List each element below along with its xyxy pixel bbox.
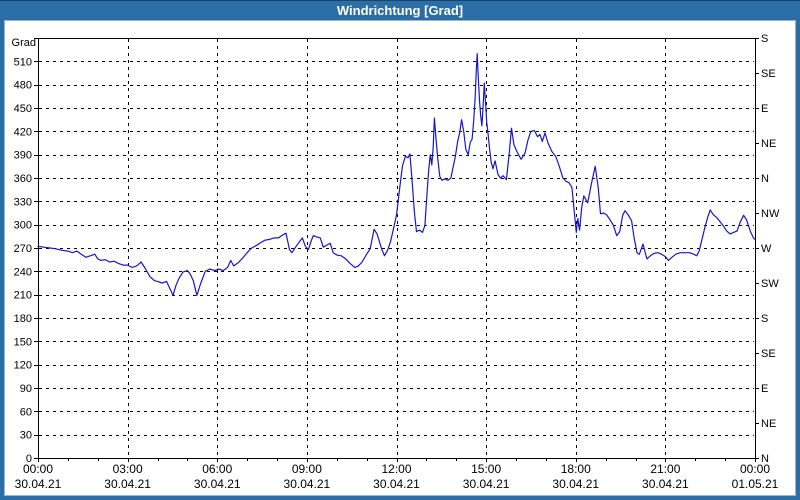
svg-text:300: 300	[14, 220, 32, 232]
svg-text:30.04.21: 30.04.21	[284, 477, 331, 491]
svg-text:21:00: 21:00	[650, 462, 680, 476]
svg-text:S: S	[761, 33, 768, 45]
svg-text:00:00: 00:00	[23, 462, 53, 476]
svg-text:NW: NW	[761, 208, 780, 220]
svg-text:30.04.21: 30.04.21	[642, 477, 689, 491]
svg-text:S: S	[761, 313, 768, 325]
svg-text:150: 150	[14, 336, 32, 348]
y-axis-labels: 0306090120150180210240270300330360390420…	[14, 56, 32, 465]
svg-text:E: E	[761, 383, 768, 395]
svg-text:420: 420	[14, 126, 32, 138]
svg-text:00:00: 00:00	[740, 462, 770, 476]
axes	[34, 38, 759, 462]
svg-text:W: W	[761, 243, 772, 255]
svg-text:360: 360	[14, 173, 32, 185]
svg-text:09:00: 09:00	[292, 462, 322, 476]
svg-text:15:00: 15:00	[471, 462, 501, 476]
svg-text:SW: SW	[761, 278, 779, 290]
x-axis-labels: 00:0030.04.2103:0030.04.2106:0030.04.210…	[15, 462, 779, 491]
svg-text:30.04.21: 30.04.21	[552, 477, 599, 491]
svg-text:NE: NE	[761, 418, 776, 430]
y-axis-title: Grad	[12, 37, 36, 49]
svg-text:390: 390	[14, 150, 32, 162]
svg-text:30: 30	[20, 430, 32, 442]
svg-text:30.04.21: 30.04.21	[104, 477, 151, 491]
svg-text:12:00: 12:00	[381, 462, 411, 476]
svg-text:30.04.21: 30.04.21	[194, 477, 241, 491]
svg-text:60: 60	[20, 406, 32, 418]
wind-direction-line	[37, 52, 756, 296]
svg-text:N: N	[761, 173, 769, 185]
compass-labels: NNEESESSWWNWNNEESES	[761, 33, 780, 465]
svg-text:180: 180	[14, 313, 32, 325]
svg-text:SE: SE	[761, 348, 776, 360]
svg-text:18:00: 18:00	[561, 462, 591, 476]
svg-text:330: 330	[14, 196, 32, 208]
wind-direction-chart: 0306090120150180210240270300330360390420…	[12, 33, 780, 491]
svg-text:01.05.21: 01.05.21	[732, 477, 779, 491]
window-title: Windrichtung [Grad]	[336, 3, 464, 18]
svg-text:210: 210	[14, 290, 32, 302]
svg-text:30.04.21: 30.04.21	[15, 477, 62, 491]
gridlines	[39, 39, 754, 457]
svg-text:270: 270	[14, 243, 32, 255]
chart-panel: 0 30 60 90 120 150 180 210 240 270 300 330 360 390 420…	[4, 20, 796, 496]
svg-text:30.04.21: 30.04.21	[373, 477, 420, 491]
svg-text:NE: NE	[761, 138, 776, 150]
svg-text:SE: SE	[761, 68, 776, 80]
svg-text:510: 510	[14, 56, 32, 68]
svg-text:120: 120	[14, 360, 32, 372]
window-title-bar: Windrichtung [Grad]	[0, 0, 800, 21]
svg-text:E: E	[761, 103, 768, 115]
application-window: { "window": { "title": "Windrichtung [Gr…	[0, 0, 800, 500]
svg-text:480: 480	[14, 80, 32, 92]
svg-text:30.04.21: 30.04.21	[463, 477, 510, 491]
svg-text:90: 90	[20, 383, 32, 395]
svg-text:450: 450	[14, 103, 32, 115]
svg-text:240: 240	[14, 266, 32, 278]
svg-text:06:00: 06:00	[202, 462, 232, 476]
svg-text:03:00: 03:00	[113, 462, 143, 476]
